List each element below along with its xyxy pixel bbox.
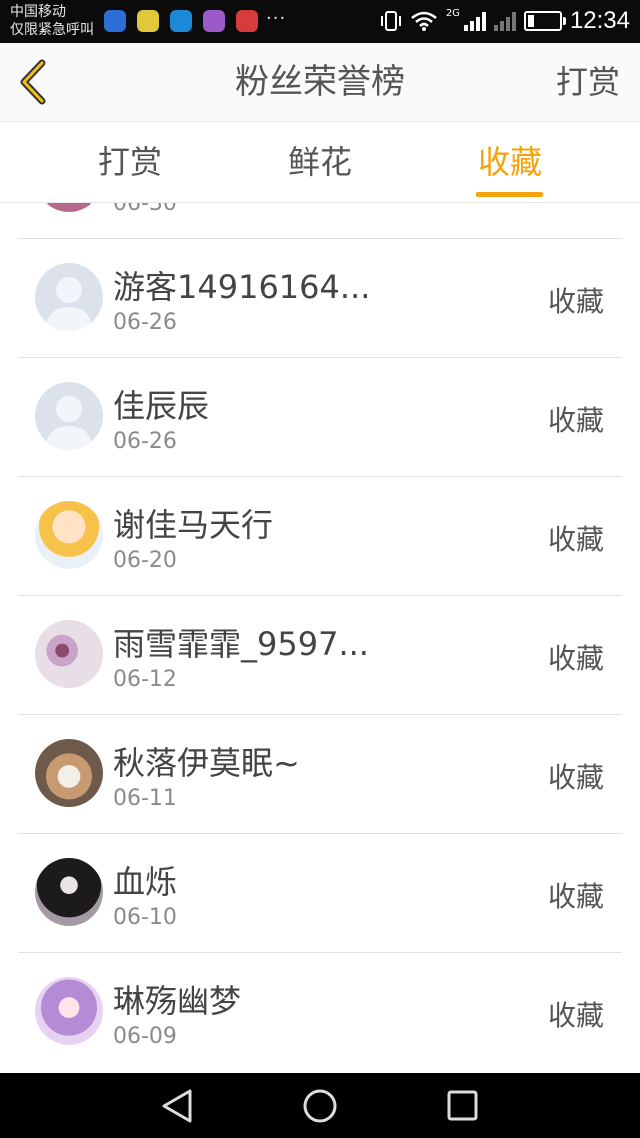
list-item-name: 谢佳马天行 xyxy=(113,506,274,544)
status-bar: 中国移动 仅限紧急呼叫 ··· 2G 12:34 xyxy=(0,0,640,43)
list-item-tag: 收藏 xyxy=(547,285,604,318)
list-item-tag: 收藏 xyxy=(547,999,604,1032)
fan-list[interactable]: 06-30 游客14916164... 06-26 收藏 佳辰辰 06-26 收… xyxy=(0,203,640,1073)
list-item[interactable]: 雨雪霏霏_9597... 06-12 收藏 xyxy=(18,595,622,715)
app-header: 粉丝荣誉榜 打赏 xyxy=(0,43,640,122)
list-item-date: 06-09 xyxy=(113,1024,177,1049)
battery-icon xyxy=(523,11,566,31)
page-title: 粉丝荣誉榜 xyxy=(235,62,405,102)
carrier-name: 中国移动 xyxy=(10,4,66,20)
app-s-icon xyxy=(104,10,126,32)
list-item[interactable]: 游客14916164... 06-26 收藏 xyxy=(18,238,622,358)
list-item-tag: 收藏 xyxy=(547,523,604,556)
app-message-icon xyxy=(170,10,192,32)
list-item-date: 06-10 xyxy=(113,905,177,930)
anime-girl-avatar-icon xyxy=(35,977,103,1045)
more-notifications-icon: ··· xyxy=(266,8,287,29)
wifi-icon xyxy=(411,11,437,31)
active-tab-indicator xyxy=(476,192,543,197)
list-item-name: 琳殇幽梦 xyxy=(113,982,242,1020)
list-item-name: 佳辰辰 xyxy=(113,387,210,425)
bird-painting-avatar-icon xyxy=(35,620,103,688)
list-item[interactable]: 秋落伊莫眠~ 06-11 收藏 xyxy=(18,714,622,834)
app-red-icon xyxy=(236,10,258,32)
list-item-name: 血烁 xyxy=(113,863,178,901)
notification-icons xyxy=(104,10,258,32)
tab-reward[interactable]: 打赏 xyxy=(50,122,210,202)
avatar xyxy=(35,203,103,212)
list-item-tag: 收藏 xyxy=(547,642,604,675)
list-item-date: 06-20 xyxy=(113,548,177,573)
carrier-status: 仅限紧急呼叫 xyxy=(10,22,94,38)
list-item-date: 06-30 xyxy=(113,203,177,216)
list-item-tag: 收藏 xyxy=(547,404,604,437)
reward-button[interactable]: 打赏 xyxy=(556,43,620,121)
list-item-name: 雨雪霏霏_9597... xyxy=(113,625,369,663)
nav-home-icon[interactable] xyxy=(300,1087,340,1125)
list-item-tag: 收藏 xyxy=(547,761,604,794)
list-item[interactable]: 佳辰辰 06-26 收藏 xyxy=(18,357,622,477)
list-item-date: 06-26 xyxy=(113,429,177,454)
vibrate-icon xyxy=(380,11,401,31)
nav-back-icon[interactable] xyxy=(158,1087,198,1125)
system-navigation-bar xyxy=(0,1073,640,1138)
clock: 12:34 xyxy=(569,7,630,34)
carrier-info: 中国移动 仅限紧急呼叫 xyxy=(10,3,94,39)
list-item-tag: 收藏 xyxy=(547,880,604,913)
status-indicators: 2G 12:34 xyxy=(380,7,630,35)
list-item-name: 游客14916164... xyxy=(113,268,371,306)
list-item-date: 06-12 xyxy=(113,667,177,692)
list-item-name: 秋落伊莫眠~ xyxy=(113,744,300,782)
signal-strength-icon xyxy=(463,11,486,31)
nav-recents-icon[interactable] xyxy=(442,1087,482,1125)
tab-favorites[interactable]: 收藏 xyxy=(430,122,590,202)
list-item-partial[interactable]: 06-30 xyxy=(18,203,622,239)
list-item[interactable]: 谢佳马天行 06-20 收藏 xyxy=(18,476,622,596)
list-item[interactable]: 琳殇幽梦 06-09 收藏 xyxy=(18,952,622,1071)
list-item-date: 06-11 xyxy=(113,786,177,811)
tab-bar: 打赏 鲜花 收藏 xyxy=(0,122,640,203)
list-item-date: 06-26 xyxy=(113,310,177,335)
list-item[interactable]: 血烁 06-10 收藏 xyxy=(18,833,622,953)
default-avatar-icon xyxy=(35,263,103,331)
tab-flowers[interactable]: 鲜花 xyxy=(240,122,400,202)
app-chat-yellow-icon xyxy=(137,10,159,32)
network-type-label: 2G xyxy=(445,7,460,19)
masked-person-avatar-icon xyxy=(35,858,103,926)
default-avatar-icon xyxy=(35,382,103,450)
no-signal-icon xyxy=(493,11,516,31)
kitten-avatar-icon xyxy=(35,739,103,807)
anime-boy-avatar-icon xyxy=(35,501,103,569)
app-gallery-icon xyxy=(203,10,225,32)
